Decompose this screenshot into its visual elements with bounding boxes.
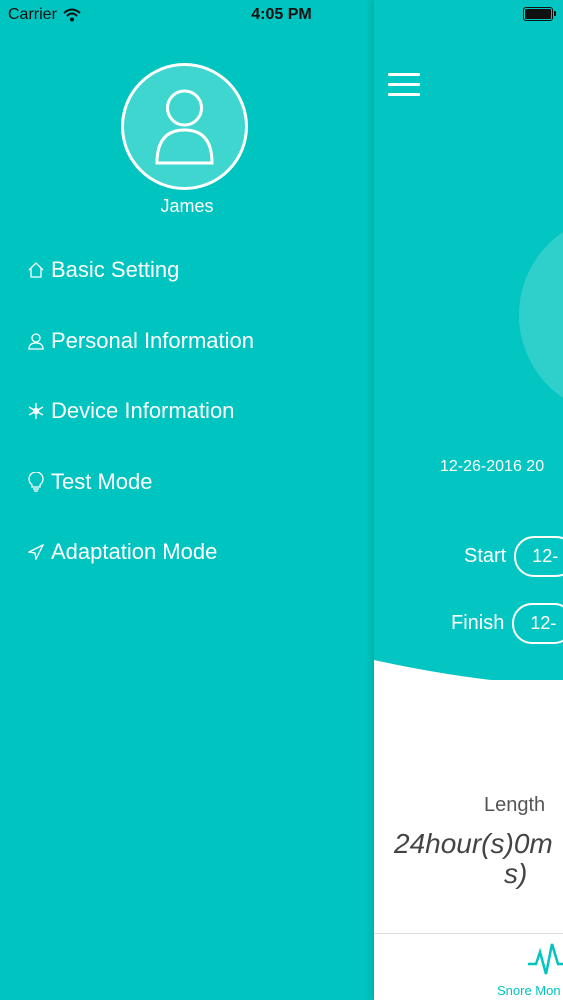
menu-item-basic-setting[interactable]: Basic Setting: [27, 250, 254, 321]
date-range: 12-26-2016 20: [440, 458, 545, 475]
home-icon: [27, 250, 45, 290]
status-bar: Carrier 4:05 PM: [0, 0, 563, 30]
menu-item-test-mode[interactable]: Test Mode: [27, 462, 254, 533]
menu-label: Test Mode: [51, 468, 153, 494]
menu-label: Personal Information: [51, 327, 254, 353]
start-label: Start: [464, 545, 507, 567]
menu-item-device-information[interactable]: Device Information: [27, 391, 254, 462]
tab-label: Snore Mon: [497, 983, 561, 998]
hamburger-menu-icon[interactable]: [388, 73, 420, 97]
side-drawer: James Basic Setting Personal Information…: [0, 0, 374, 1000]
finish-row: Finish 12-: [451, 603, 563, 644]
finish-label: Finish: [451, 612, 505, 634]
start-time-field[interactable]: 12-: [514, 536, 563, 577]
send-icon: [27, 532, 45, 572]
menu-label: Device Information: [51, 398, 235, 423]
sleep-progress-ring: [491, 187, 563, 443]
length-value-continued: s): [504, 858, 528, 889]
menu-item-adaptation-mode[interactable]: Adaptation Mode: [27, 532, 254, 603]
avatar[interactable]: [121, 63, 248, 190]
finish-time-field[interactable]: 12-: [512, 603, 563, 644]
drawer-menu: Basic Setting Personal Information Devic…: [27, 250, 254, 603]
wave-divider: [374, 660, 563, 690]
main-panel: 12-26-2016 20 Start 12- Finish 12- Lengt…: [374, 0, 563, 1000]
menu-label: Adaptation Mode: [51, 539, 218, 564]
menu-label: Basic Setting: [51, 257, 180, 282]
tab-bar: Snore Mon: [374, 933, 563, 1000]
username: James: [160, 196, 214, 216]
lightbulb-icon: [27, 462, 45, 502]
person-icon: [27, 321, 45, 361]
pulse-icon: [528, 943, 563, 975]
battery-icon: [523, 7, 556, 21]
status-time: 4:05 PM: [251, 6, 312, 23]
length-label: Length: [484, 794, 546, 816]
snowflake-icon: [27, 391, 45, 431]
length-value: 24hour(s)0m: [394, 828, 553, 859]
start-row: Start 12-: [464, 536, 563, 577]
menu-item-personal-information[interactable]: Personal Information: [27, 321, 254, 392]
user-icon: [155, 89, 214, 165]
